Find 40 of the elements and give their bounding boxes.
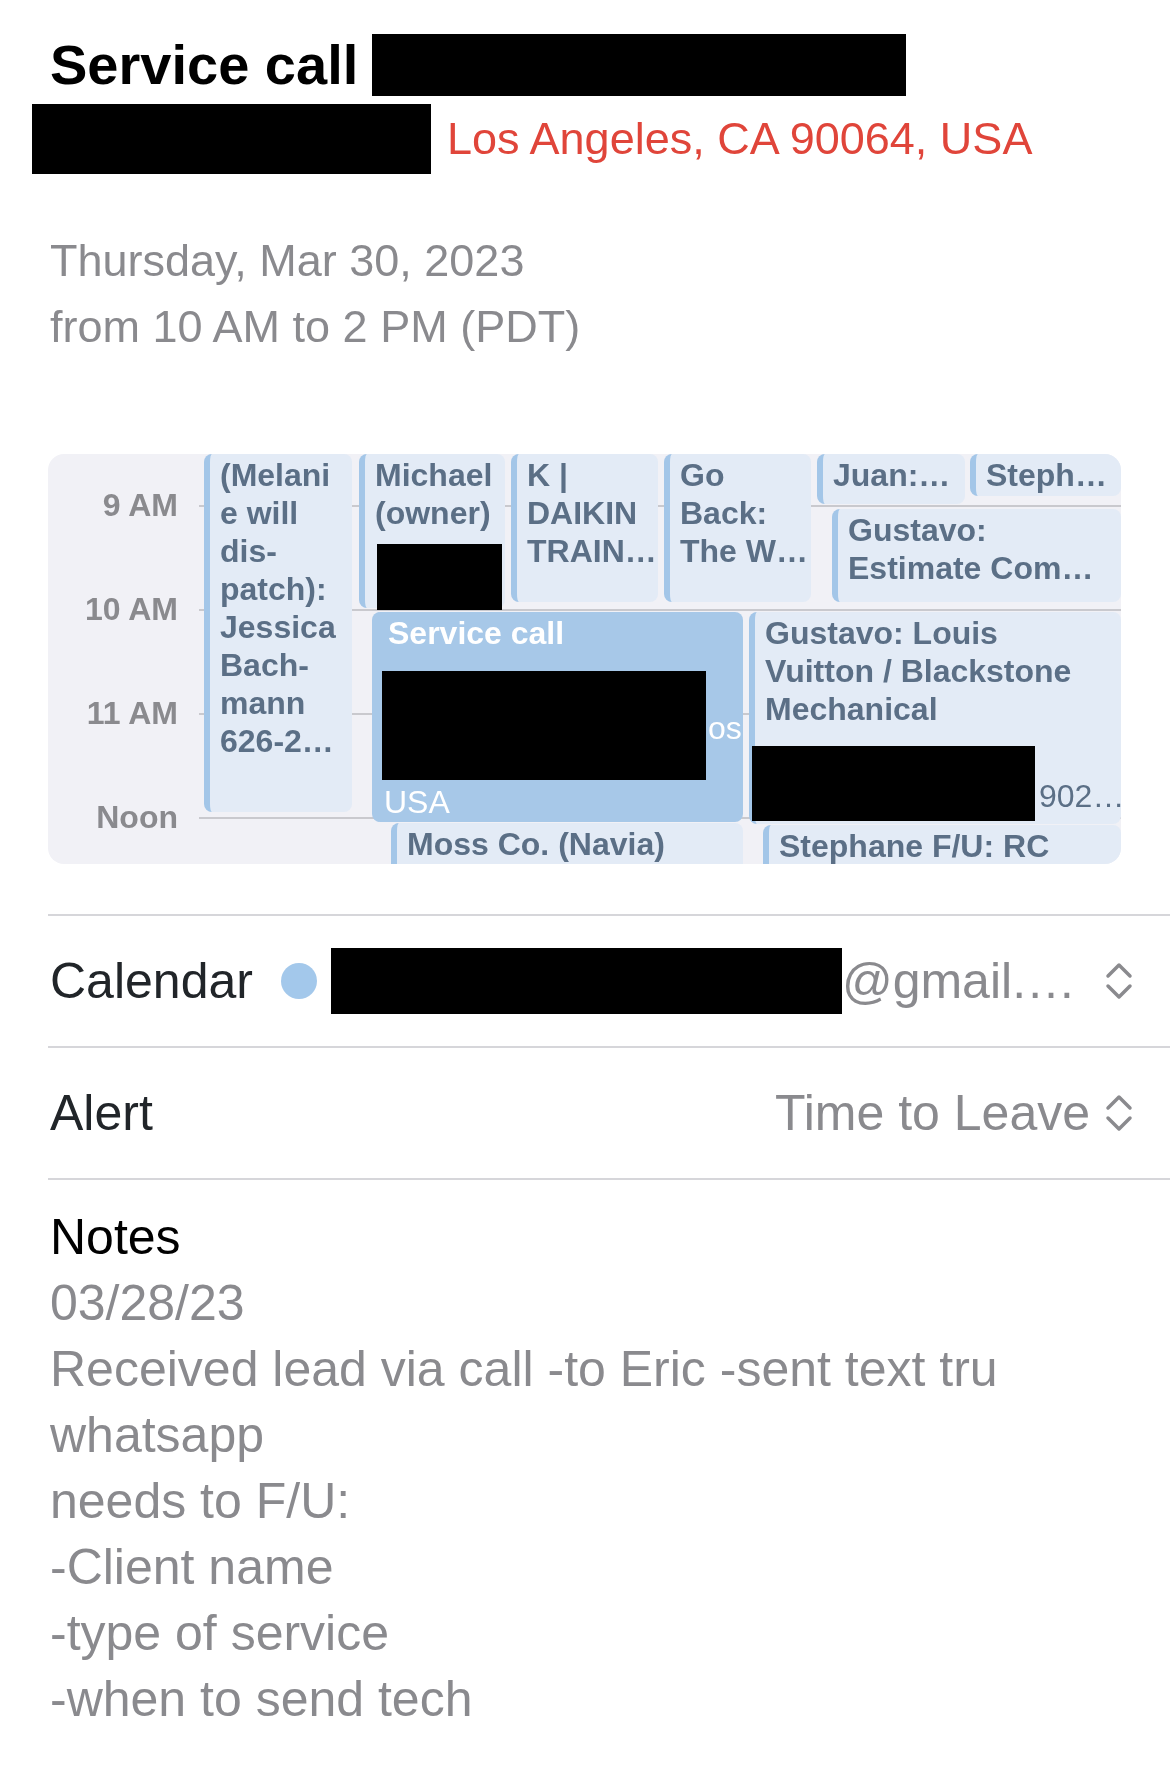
event-text: (Melani e will dis- patch): Jessica Bach- mann 626-2… [220,456,336,760]
event-title: Service call [50,34,359,96]
event-text: 902… [1039,778,1121,814]
event-text: Go Back: The W… [680,456,808,570]
event-text: Michael (owner) [375,456,493,532]
event-text: Gustavo: Estimate Com… [848,511,1094,587]
hour-label: 11 AM [85,696,178,730]
calendar-event[interactable]: Steph… [970,454,1121,496]
alert-value[interactable]: Time to Leave [775,1075,1090,1151]
notes-text: 03/28/23 Received lead via call -to Eric -sent text tru whatsapp needs to F/U: -Client name -type of service -when to send tech [50,1274,999,1729]
event-text: Moss Co. (Navia) [407,825,665,863]
alert-label: Alert [50,1083,153,1143]
calendar-label: Calendar [50,951,253,1011]
calendar-event[interactable]: Gustavo: Estimate Com… [832,509,1121,602]
calendar-event[interactable]: (Melani e will dis- patch): Jessica Bach- mann 626-2… [204,454,352,812]
hour-label: Noon [95,800,178,834]
event-time: from 10 AM to 2 PM (PDT) [50,300,582,354]
calendar-event[interactable]: K | DAIKIN TRAIN… [511,454,658,602]
event-date: Thursday, Mar 30, 2023 [50,234,526,288]
event-text: Gustavo: Louis Vuitton / Blackstone Mechanical [765,614,1072,728]
calendar-event[interactable]: Stephane F/U: RC [763,825,1121,864]
notes-label: Notes [50,1208,182,1267]
event-text: USA [384,784,450,820]
calendar-event[interactable]: Moss Co. (Navia) [391,823,743,864]
event-text: Steph… [986,456,1107,494]
calendar-account[interactable]: @gmail.… [841,943,1077,1019]
event-text: Service call [388,614,565,652]
up-down-chevron-icon [1104,1093,1134,1133]
hour-label: 10 AM [83,592,178,626]
event-text: K | DAIKIN TRAIN… [527,456,657,570]
event-text: Stephane F/U: RC [779,827,1050,864]
hour-label: 9 AM [101,488,178,522]
address-link[interactable]: Los Angeles, CA 90064, USA [447,104,1033,174]
event-text: os [708,710,742,746]
calendar-event[interactable]: Gustavo: Louis Vuitton / Blackstone Mechanical 902… [749,612,1121,824]
calendar-event[interactable]: Go Back: The W… [664,454,811,602]
event-text: Juan:… [833,456,951,494]
calendar-event[interactable]: Juan:… [817,454,965,504]
calendar-event[interactable]: Michael (owner) [359,454,505,608]
up-down-chevron-icon [1104,961,1134,1001]
